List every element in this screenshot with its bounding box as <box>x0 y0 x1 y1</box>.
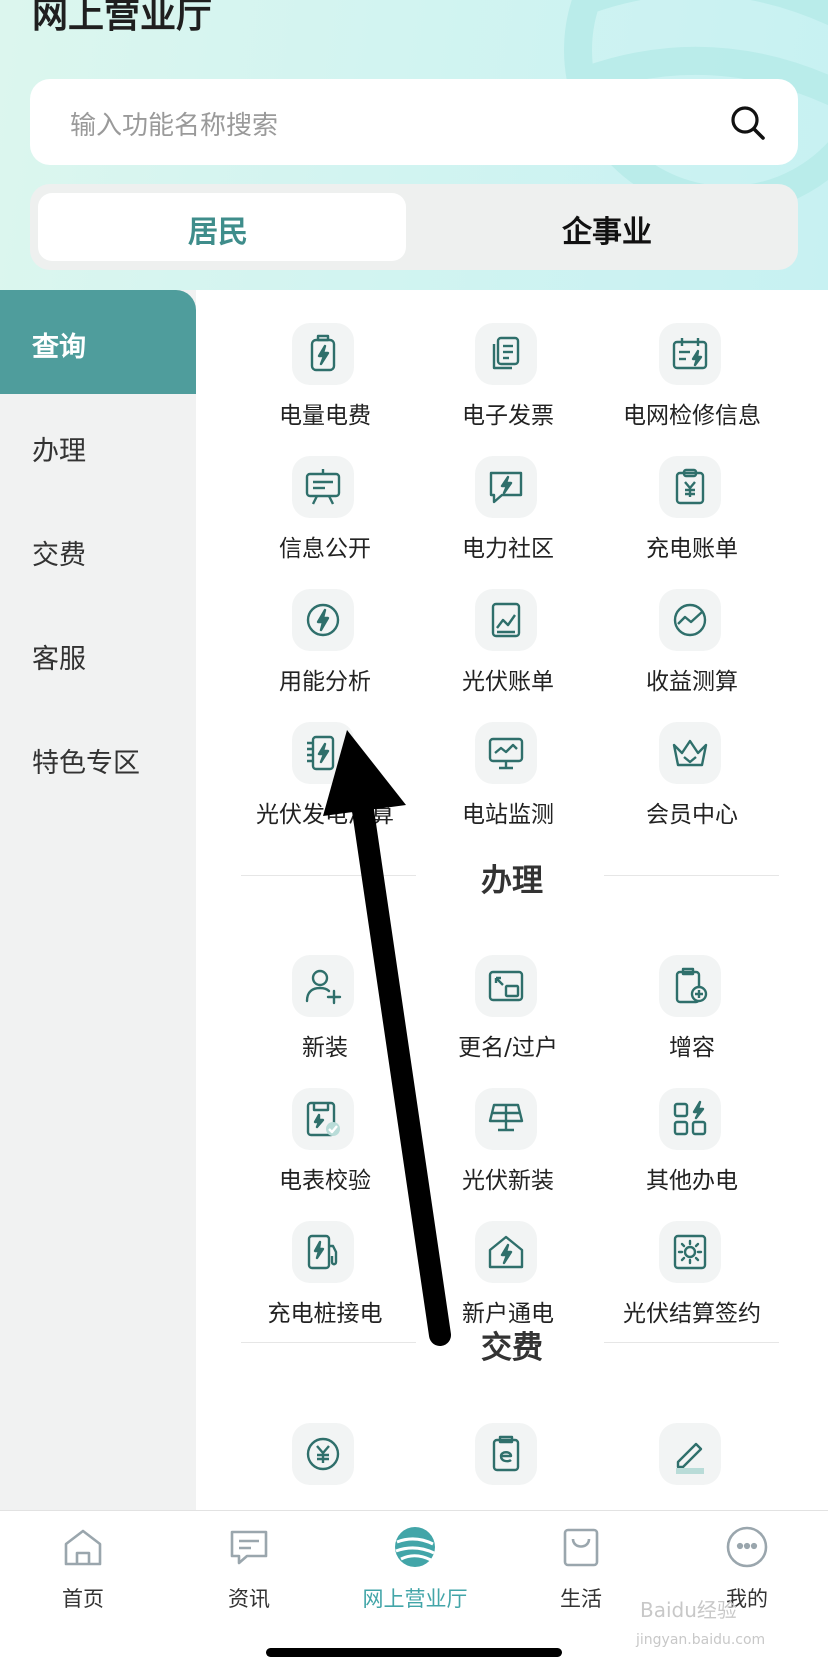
search-icon[interactable] <box>728 103 768 143</box>
func-new-install[interactable]: 新装 <box>220 922 430 1061</box>
invoice-icon <box>492 336 520 370</box>
divider <box>604 1342 779 1343</box>
crown-icon <box>672 739 708 767</box>
tab-label: 资讯 <box>228 1587 270 1611</box>
sidebar-item-pay[interactable]: 交费 <box>0 498 196 602</box>
func-power-community[interactable]: 电力社区 <box>403 423 613 562</box>
func-charging-pile[interactable]: 充电桩接电 <box>220 1188 430 1327</box>
sidebar: 查询 办理 交费 客服 特色专区 <box>0 290 196 1510</box>
tab-home[interactable]: 首页 <box>0 1511 166 1631</box>
func-pv-settlement[interactable]: 光伏结算签约 <box>587 1188 797 1327</box>
section-header-handle: 办理 <box>196 845 828 905</box>
yuan-circle-icon <box>306 1437 340 1471</box>
pv-generation-icon <box>307 735 335 771</box>
tab-news[interactable]: 资讯 <box>166 1511 332 1631</box>
house-bolt-icon <box>488 1235 524 1269</box>
gauge-bolt-icon <box>306 603 340 637</box>
globe-icon <box>395 1527 435 1567</box>
pv-bill-icon <box>491 602 521 638</box>
func-info-disclosure[interactable]: 信息公开 <box>220 423 430 562</box>
sidebar-item-featured[interactable]: 特色专区 <box>0 706 196 810</box>
chat-bolt-icon <box>489 471 523 504</box>
function-grid: 电量电费 电子发票 电网检修信息 信息公开 电力社区 充电账单 用能分析 光伏账… <box>196 290 828 1510</box>
segment-enterprise[interactable]: 企事业 <box>562 207 652 251</box>
sidebar-item-label: 客服 <box>32 644 86 675</box>
other-grid-icon <box>673 1100 707 1136</box>
func-power-bill[interactable]: 电量电费 <box>220 290 430 429</box>
e-bill-icon <box>492 1435 520 1472</box>
solar-panel-icon <box>488 1103 524 1132</box>
section-title: 交费 <box>481 1330 543 1366</box>
sidebar-item-label: 办理 <box>32 436 86 467</box>
func-pay-yuan[interactable] <box>220 1390 430 1510</box>
segment-resident[interactable]: 居民 <box>188 207 248 251</box>
divider <box>604 875 779 876</box>
customer-type-switch: 居民 企事业 <box>30 184 798 270</box>
func-grid-maintenance[interactable]: 电网检修信息 <box>587 290 797 429</box>
sidebar-item-service[interactable]: 客服 <box>0 602 196 706</box>
board-icon <box>305 469 341 505</box>
sidebar-item-label: 交费 <box>32 540 86 571</box>
func-profit-calc[interactable]: 收益测算 <box>587 556 797 695</box>
capacity-plus-icon <box>675 967 708 1004</box>
page-title: 网上营业厅 <box>32 0 213 36</box>
func-e-invoice[interactable]: 电子发票 <box>403 290 613 429</box>
profit-chart-icon <box>673 603 707 637</box>
func-energy-analysis[interactable]: 用能分析 <box>220 556 430 695</box>
func-label: 会员中心 <box>646 802 738 828</box>
sidebar-item-label: 查询 <box>32 332 86 363</box>
baidu-watermark: Baidu经验 jingyan.baidu.com <box>632 1582 802 1652</box>
watermark-text: Baidu经验 <box>640 1598 737 1622</box>
sidebar-item-handle[interactable]: 办理 <box>0 394 196 498</box>
func-capacity-increase[interactable]: 增容 <box>587 922 797 1061</box>
tab-online-hall[interactable]: 网上营业厅 <box>332 1511 498 1631</box>
charging-pile-icon <box>307 1234 338 1270</box>
bag-icon <box>563 1528 599 1567</box>
tab-label: 首页 <box>62 1587 104 1611</box>
func-member-center[interactable]: 会员中心 <box>587 689 797 828</box>
user-add-icon <box>305 969 342 1005</box>
func-rename-transfer[interactable]: 更名/过户 <box>403 922 613 1061</box>
sidebar-item-label: 特色专区 <box>32 748 140 779</box>
section-header-pay: 交费 <box>196 1312 828 1372</box>
header: 网上营业厅 输入功能名称搜索 居民 企事业 <box>0 0 828 290</box>
func-pv-new-install[interactable]: 光伏新装 <box>403 1055 613 1194</box>
func-pay-pen[interactable] <box>587 1390 797 1510</box>
func-pay-ebill[interactable] <box>403 1390 613 1510</box>
pen-icon <box>676 1442 704 1474</box>
home-icon <box>64 1529 102 1566</box>
watermark-url: jingyan.baidu.com <box>636 1632 766 1648</box>
func-meter-check[interactable]: 电表校验 <box>220 1055 430 1194</box>
section-title: 办理 <box>481 863 543 899</box>
func-charging-bill[interactable]: 充电账单 <box>587 423 797 562</box>
grid-maintenance-icon <box>672 338 708 370</box>
home-indicator[interactable] <box>266 1648 562 1657</box>
battery-bolt-icon <box>310 334 336 372</box>
smile-icon <box>726 1526 768 1568</box>
search-placeholder: 输入功能名称搜索 <box>70 111 279 141</box>
func-pv-bill[interactable]: 光伏账单 <box>403 556 613 695</box>
transfer-icon <box>488 970 524 1002</box>
func-station-monitor[interactable]: 电站监测 <box>403 689 613 828</box>
func-other-power[interactable]: 其他办电 <box>587 1055 797 1194</box>
sidebar-item-query[interactable]: 查询 <box>0 290 196 394</box>
meter-check-icon <box>306 1101 340 1137</box>
func-new-house-power[interactable]: 新户通电 <box>403 1188 613 1327</box>
clipboard-yuan-icon <box>675 468 705 505</box>
message-icon <box>230 1530 268 1565</box>
monitor-icon <box>488 737 524 770</box>
sun-contract-icon <box>673 1234 707 1270</box>
search-input[interactable]: 输入功能名称搜索 <box>30 79 798 165</box>
func-pv-generation-calc[interactable]: 光伏发电测算 <box>220 689 430 828</box>
tab-label: 网上营业厅 <box>362 1587 468 1611</box>
